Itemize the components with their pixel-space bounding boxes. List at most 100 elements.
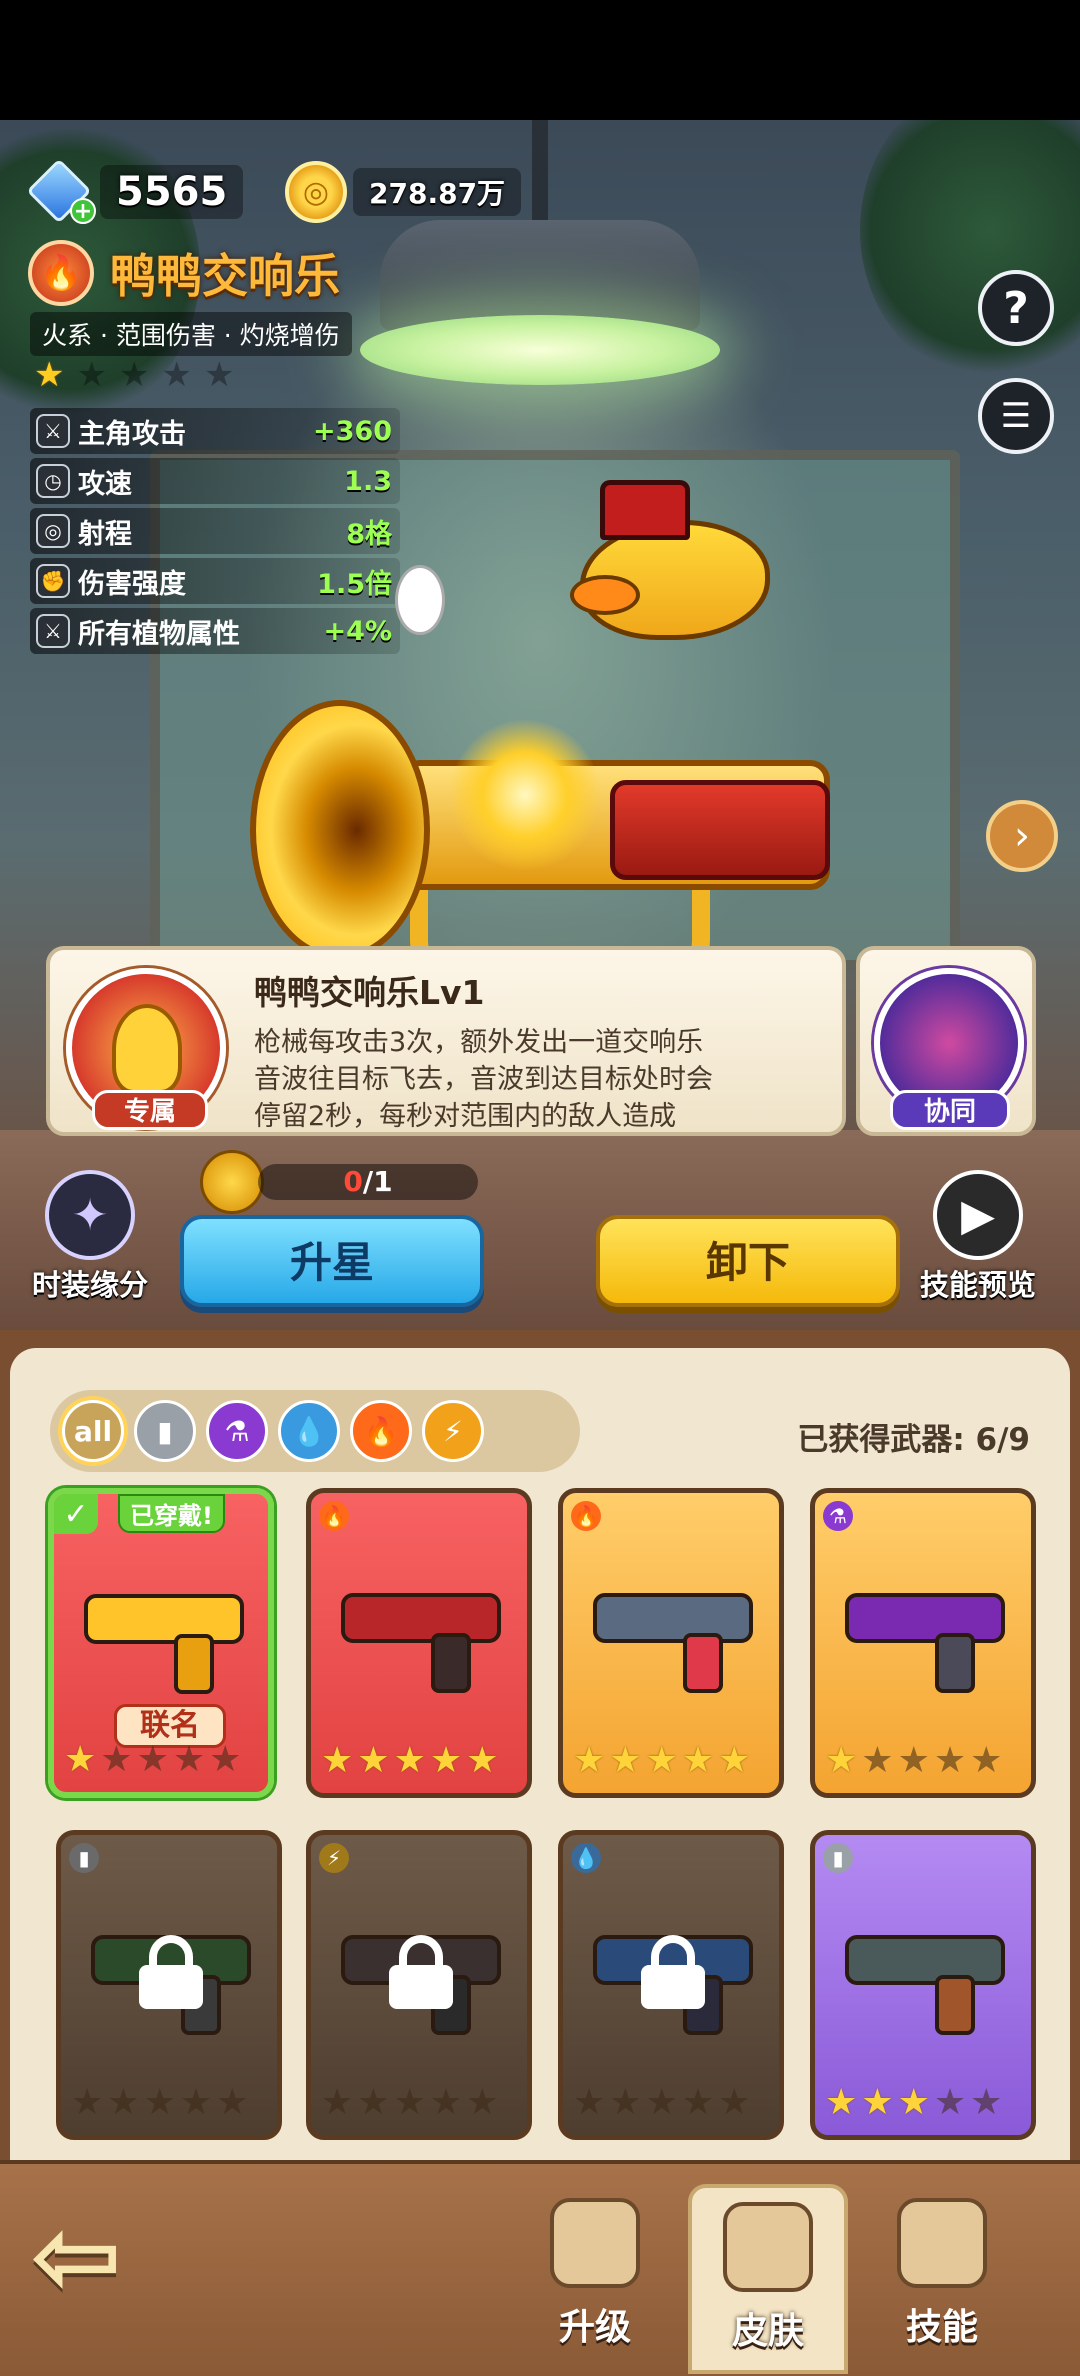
stat-row-hero-attack: ⚔ 主角攻击 +360	[30, 408, 400, 454]
gun-icon	[723, 2202, 813, 2292]
star-icon: ★	[161, 355, 192, 395]
filter-fire-icon[interactable]: 🔥	[350, 1400, 412, 1462]
skin-bond-label: 时装缘分	[32, 1268, 149, 1302]
fire-icon: 🔥	[28, 240, 94, 306]
weapon-thumbnail	[331, 1553, 511, 1693]
star-icon: ★	[203, 355, 235, 395]
star-icon: ★	[118, 355, 150, 395]
card-stars: ★ ★ ★ ★ ★	[825, 1740, 1003, 1781]
skill-description-line: 音波往目标飞去，音波到达目标处时会	[254, 1064, 713, 1095]
water-icon: 💧	[571, 1843, 601, 1873]
question-icon: ?	[1003, 282, 1029, 334]
gun-icon: ▮	[823, 1843, 853, 1873]
skill-preview-button[interactable]: ▶ 技能预览	[920, 1170, 1036, 1304]
stat-label: 伤害强度	[78, 568, 186, 600]
weapon-card-locked[interactable]: ⚡ ★ ★ ★ ★ ★	[306, 1830, 532, 2140]
leaves-decoration	[860, 120, 1080, 380]
back-arrow-icon: ⇦	[30, 2192, 123, 2320]
back-button[interactable]: ⇦	[30, 2201, 150, 2316]
weapon-thumbnail	[835, 1553, 1015, 1693]
element-filter-bar: all ▮ ⚗ 💧 🔥 ⚡	[50, 1390, 580, 1472]
weapon-thumbnail	[583, 1553, 763, 1693]
weapon-fragment-icon	[200, 1150, 264, 1214]
weapon-stats: ⚔ 主角攻击 +360 ◷ 攻速 1.3 ◎ 射程 8格 ✊ 伤害强度 1.5倍…	[30, 408, 400, 658]
weapon-card[interactable]: ✓ 已穿戴! 联名 ★ ★ ★ ★ ★	[48, 1488, 274, 1798]
filter-water-icon[interactable]: 💧	[278, 1400, 340, 1462]
filter-all[interactable]: all	[62, 1400, 124, 1462]
next-weapon-button[interactable]: ›	[986, 800, 1058, 872]
rocket-icon	[897, 2198, 987, 2288]
fire-icon: 🔥	[319, 1501, 349, 1531]
lock-icon	[389, 1935, 453, 2009]
skill-card[interactable]: 专属 鸭鸭交响乐Lv1 枪械每攻击3次，额外发出一道交响乐 音波往目标飞去，音波…	[46, 946, 846, 1136]
weapon-card[interactable]: 🔥 ★ ★ ★ ★ ★	[306, 1488, 532, 1798]
table-background	[0, 1130, 1080, 1330]
fragment-current: 0	[343, 1165, 363, 1198]
sword-icon: ⚔	[36, 414, 70, 448]
weapon-showcase: + 5565 ◎ 278.87万 🔥 鸭鸭交响乐 火系 · 范围伤害 · 灼烧增…	[0, 120, 1080, 1330]
filter-poison-icon[interactable]: ⚗	[206, 1400, 268, 1462]
weapon-inventory: all ▮ ⚗ 💧 🔥 ⚡ 已获得武器: 6/9 ✓ 已穿戴! 联名 ★ ★ ★ ★ ★…	[0, 1330, 1080, 2212]
stat-row-attack-speed: ◷ 攻速 1.3	[30, 458, 400, 504]
unequip-button[interactable]: 卸下	[596, 1215, 900, 1307]
stat-row-range: ◎ 射程 8格	[30, 508, 400, 554]
lock-icon	[641, 1935, 705, 2009]
sparkle-icon: ✦	[45, 1170, 135, 1260]
fist-icon: ✊	[36, 564, 70, 598]
target-icon: ◎	[36, 514, 70, 548]
weapon-thumbnail	[835, 1895, 1015, 2035]
tab-skin-label: 皮肤	[731, 2311, 804, 2352]
list-icon: ☰	[1000, 396, 1032, 436]
equipped-tag: 已穿戴!	[118, 1494, 225, 1533]
bottom-navigation: ⇦ 升级 皮肤 技能	[0, 2160, 1080, 2376]
tab-skill[interactable]: 技能	[862, 2184, 1022, 2374]
status-bar	[0, 0, 1080, 120]
owned-weapons-count: 已获得武器: 6/9	[797, 1422, 1030, 1458]
synergy-badge: 协同	[890, 1090, 1010, 1130]
skill-preview-label: 技能预览	[920, 1268, 1037, 1302]
weapon-tags: 火系 · 范围伤害 · 灼烧增伤	[30, 312, 352, 356]
stat-value: 8格	[346, 518, 392, 550]
stat-label: 攻速	[78, 468, 132, 500]
skin-bond-button[interactable]: ✦ 时装缘分	[32, 1170, 148, 1304]
weapon-card-locked[interactable]: 💧 ★ ★ ★ ★ ★	[558, 1830, 784, 2140]
duck-mascot-image	[570, 480, 770, 650]
tab-skin[interactable]: 皮肤	[688, 2184, 848, 2374]
weapon-card-locked[interactable]: ▮ ★ ★ ★ ★ ★	[56, 1830, 282, 2140]
gem-amount: 5565	[100, 165, 244, 219]
menu-button[interactable]: ☰	[978, 378, 1054, 454]
fragment-progress: 0/1	[200, 1150, 478, 1214]
skill-description-line: 枪械每攻击3次，额外发出一道交响乐	[254, 1027, 704, 1058]
inventory-panel: all ▮ ⚗ 💧 🔥 ⚡ 已获得武器: 6/9 ✓ 已穿戴! 联名 ★ ★ ★ ★ ★…	[10, 1348, 1070, 2212]
stat-label: 所有植物属性	[78, 618, 240, 650]
check-icon: ✓	[54, 1494, 98, 1534]
gem-counter[interactable]: + 5565	[26, 158, 244, 224]
synergy-card[interactable]: 协同	[856, 946, 1036, 1136]
weapon-card[interactable]: ⚗ ★ ★ ★ ★ ★	[810, 1488, 1036, 1798]
tab-upgrade[interactable]: 升级	[515, 2184, 675, 2374]
poison-icon: ⚗	[823, 1501, 853, 1531]
upgrade-arrow-icon	[550, 2198, 640, 2288]
tab-upgrade-label: 升级	[558, 2307, 631, 2348]
weapon-star-rating: ★ ★ ★ ★ ★	[34, 358, 234, 392]
exclusive-badge: 专属	[92, 1090, 208, 1130]
fragment-total: /1	[362, 1165, 393, 1198]
stat-value: 1.3	[344, 465, 392, 497]
stat-value: +4%	[323, 615, 392, 647]
electric-icon: ⚡	[319, 1843, 349, 1873]
filter-electric-icon[interactable]: ⚡	[422, 1400, 484, 1462]
weapon-name: 鸭鸭交响乐	[110, 249, 340, 303]
help-button[interactable]: ?	[978, 270, 1054, 346]
skill-description: 枪械每攻击3次，额外发出一道交响乐 音波往目标飞去，音波到达目标处时会 停留2秒…	[254, 1024, 814, 1135]
stat-label: 射程	[78, 518, 132, 550]
lamp-light	[360, 315, 720, 385]
skill-name: 鸭鸭交响乐Lv1	[254, 973, 485, 1012]
video-camera-icon: ▶	[933, 1170, 1023, 1260]
filter-gun-icon[interactable]: ▮	[134, 1400, 196, 1462]
weapon-card[interactable]: 🔥 ★ ★ ★ ★ ★	[558, 1488, 784, 1798]
weapon-thumbnail	[74, 1554, 254, 1694]
star-icon: ★	[76, 355, 107, 395]
upgrade-star-button[interactable]: 升星	[180, 1215, 484, 1307]
stat-value: 1.5倍	[317, 568, 392, 600]
weapon-card[interactable]: ▮ ★ ★ ★ ★ ★	[810, 1830, 1036, 2140]
